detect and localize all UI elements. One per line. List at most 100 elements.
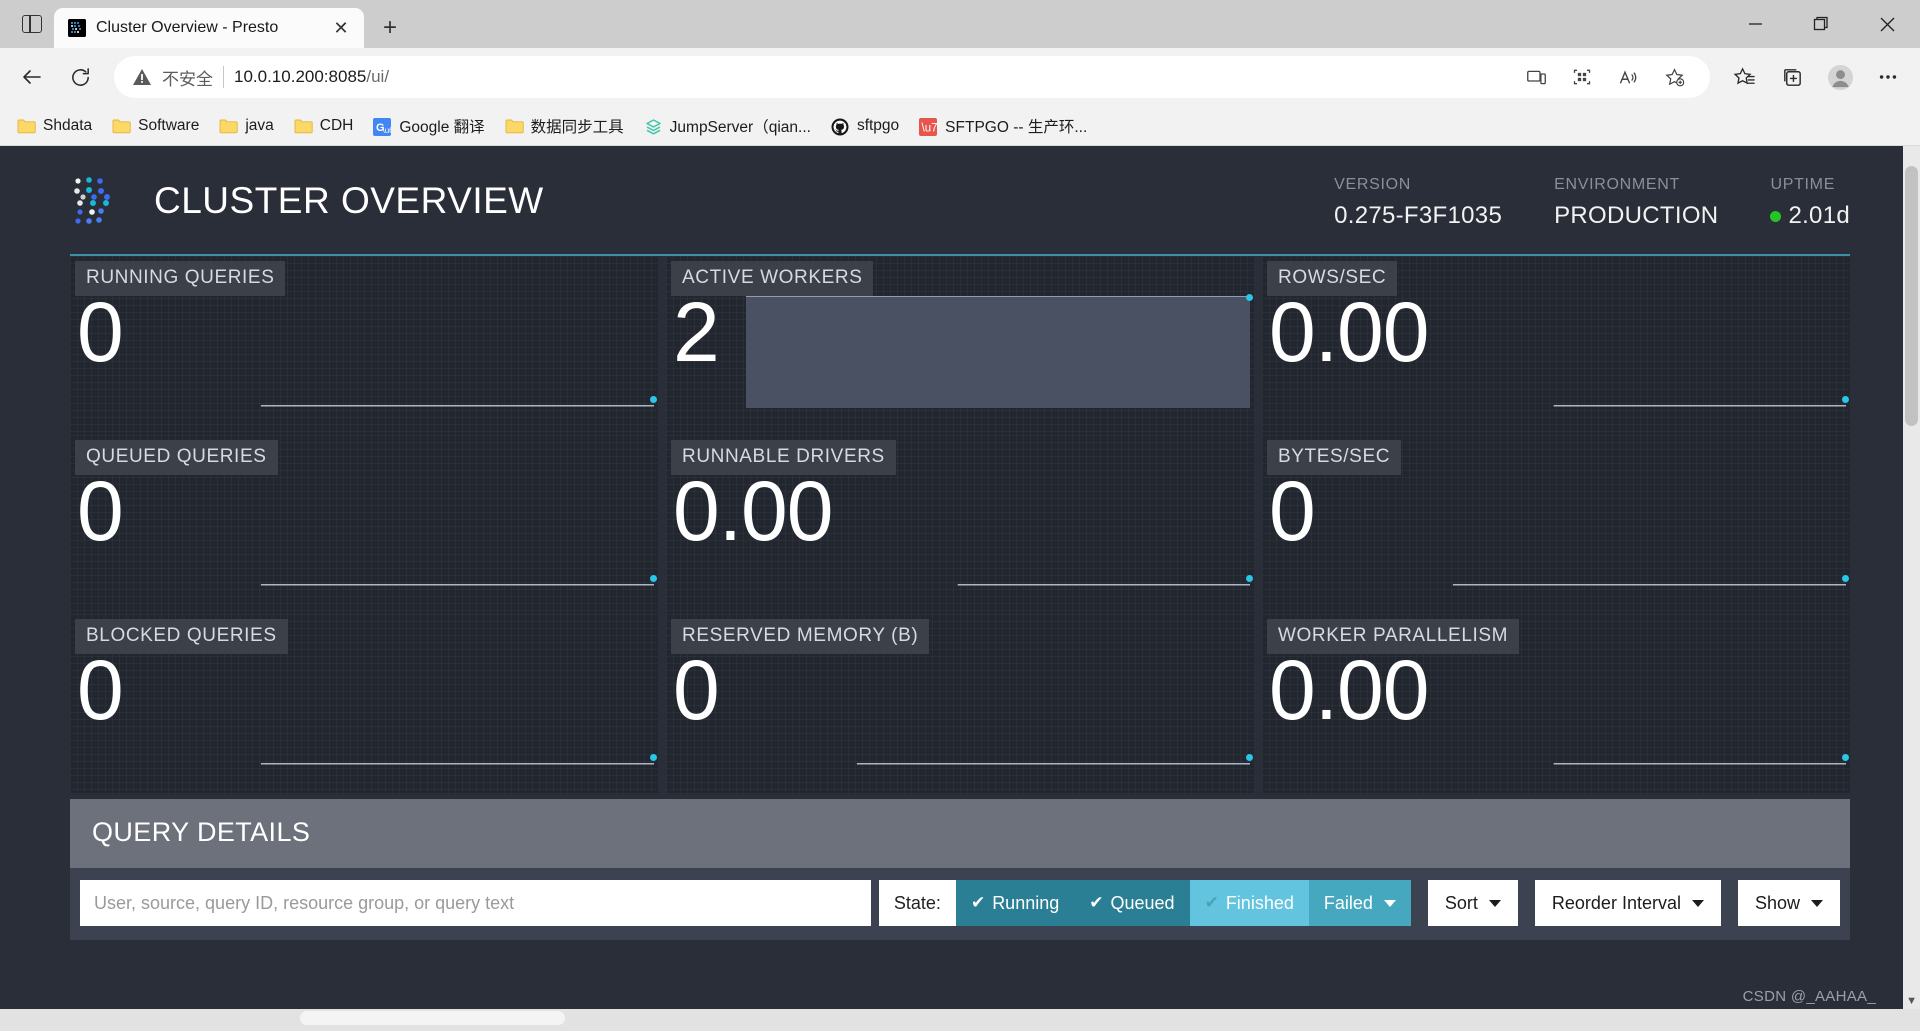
stat-card-sparkline (1342, 475, 1849, 587)
scroll-down-arrow-icon[interactable]: ▼ (1906, 995, 1917, 1007)
bookmark-sftpgo[interactable]: sftpgo (822, 113, 908, 139)
jumpserver-icon (644, 118, 663, 135)
stat-card-value: 0 (77, 464, 124, 558)
profile-avatar[interactable] (1818, 55, 1862, 99)
meta-key: ENVIRONMENT (1554, 176, 1681, 193)
stat-card: RESERVED MEMORY (B) 0 (666, 614, 1254, 793)
bookmarks-bar: Shdata Software java CDH G\u6587 Google … (0, 106, 1920, 146)
stat-card: BLOCKED QUERIES 0 (70, 614, 658, 793)
stat-card-value: 0 (673, 643, 720, 737)
meta-key: UPTIME (1770, 176, 1836, 193)
chevron-down-icon (1811, 899, 1823, 907)
stat-card-body: 0 (70, 648, 658, 774)
scrollbar-thumb[interactable] (300, 1011, 565, 1025)
tab-close-icon[interactable]: ✕ (328, 15, 354, 41)
address-bar[interactable]: 不安全 10.0.10.200:8085/ui/ (114, 56, 1710, 98)
menu-label: Reorder Interval (1551, 892, 1681, 913)
stat-card-sparkline (150, 475, 657, 587)
page-vertical-scrollbar[interactable]: ▼ (1903, 146, 1920, 1009)
bookmark-software[interactable]: Software (103, 113, 208, 139)
stat-card: WORKER PARALLELISM 0.00 (1262, 614, 1850, 793)
maximize-button[interactable] (1788, 0, 1854, 48)
meta-value: 0.275-F3F1035 (1334, 202, 1503, 229)
tab-title: Cluster Overview - Presto (96, 19, 279, 36)
tab-actions-button[interactable] (10, 0, 54, 48)
new-tab-button[interactable]: + (370, 8, 410, 48)
bookmark-google-translate[interactable]: G\u6587 Google 翻译 (364, 111, 493, 141)
security-status-label: 不安全 (162, 69, 213, 89)
stat-card-body: 0.00 (1262, 290, 1850, 416)
qr-code-icon[interactable] (1560, 55, 1604, 99)
filter-finished-button[interactable]: ✔ Finished (1189, 880, 1309, 926)
svg-text:\u7b80: \u7b80 (922, 122, 938, 134)
folder-icon (219, 118, 238, 134)
not-secure-warning-icon (132, 68, 152, 86)
cluster-meta: VERSION 0.275-F3F1035 ENVIRONMENT PRODUC… (1282, 176, 1850, 232)
folder-icon (505, 118, 524, 134)
browser-toolbar: 不安全 10.0.10.200:8085/ui/ (0, 48, 1920, 106)
state-filter-label: State: (878, 880, 956, 926)
chevron-down-icon (1383, 899, 1396, 907)
browser-window: Cluster Overview - Presto ✕ + 不安全 10.0.1… (0, 0, 1920, 1031)
filter-running-button[interactable]: ✔ Running (955, 880, 1075, 926)
collections-icon[interactable] (1770, 55, 1814, 99)
scrollbar-thumb[interactable] (1905, 166, 1918, 426)
folder-icon (112, 118, 131, 134)
reorder-interval-menu-button[interactable]: Reorder Interval (1534, 880, 1721, 926)
sort-menu-button[interactable]: Sort (1427, 880, 1518, 926)
stat-card-value: 0.00 (1269, 643, 1429, 737)
url-host: 10.0.10.200:8085 (234, 67, 367, 86)
minimize-button[interactable] (1722, 0, 1788, 48)
stat-card-sparkline (746, 294, 1253, 408)
bookmark-cdh[interactable]: CDH (285, 113, 363, 139)
add-favorite-icon[interactable] (1652, 55, 1696, 99)
query-details-title: QUERY DETAILS (70, 799, 1850, 868)
check-icon: ✔ (1204, 893, 1219, 912)
google-translate-icon: G\u6587 (373, 117, 408, 136)
stat-card-value: 0 (77, 285, 124, 379)
stat-card-value: 0.00 (1269, 285, 1429, 379)
stat-card-sparkline (150, 296, 657, 408)
svg-text:\u6587: \u6587 (383, 126, 392, 135)
chevron-down-icon (1691, 899, 1704, 907)
chevron-down-icon (1488, 899, 1501, 907)
bookmark-label: 数据同步工具 (530, 118, 624, 136)
stat-card-body: 0 (666, 648, 1254, 774)
page-horizontal-scrollbar[interactable] (0, 1009, 1920, 1031)
menu-label: Show (1754, 892, 1800, 913)
stat-card-value: 0 (1269, 464, 1316, 558)
stat-card-body: 0 (1262, 469, 1850, 595)
bookmark-sftpgo-prod[interactable]: \u7b80 SFTPGO -- 生产环... (910, 111, 1096, 141)
cast-to-device-icon[interactable] (1514, 55, 1558, 99)
menu-label: Sort (1444, 892, 1478, 913)
presto-page-header: CLUSTER OVERVIEW VERSION 0.275-F3F1035 E… (70, 146, 1850, 256)
bookmark-java[interactable]: java (210, 113, 282, 139)
bookmark-data-sync-tool[interactable]: 数据同步工具 (496, 111, 633, 141)
bookmark-jumpserver[interactable]: JumpServer（qian... (635, 111, 820, 141)
stat-card-body: 2 (666, 290, 1254, 416)
filter-failed-button[interactable]: Failed (1308, 880, 1411, 926)
query-search-input[interactable] (80, 880, 871, 926)
read-aloud-icon[interactable] (1606, 55, 1650, 99)
meta-environment: ENVIRONMENT PRODUCTION (1502, 176, 1718, 230)
back-icon[interactable] (10, 55, 54, 99)
favorites-icon[interactable] (1722, 55, 1766, 99)
check-icon: ✔ (970, 893, 986, 912)
filter-queued-button[interactable]: ✔ Queued (1074, 880, 1190, 926)
omnibox-divider (223, 66, 224, 88)
filter-label: Finished (1225, 892, 1294, 913)
bookmark-label: Software (138, 116, 200, 134)
stat-card: ACTIVE WORKERS 2 (666, 256, 1254, 435)
bookmark-label: sftpgo (856, 116, 900, 134)
split-screen-icon (22, 15, 42, 33)
show-menu-button[interactable]: Show (1737, 880, 1840, 926)
browser-tab[interactable]: Cluster Overview - Presto ✕ (54, 8, 364, 48)
status-dot-icon (1770, 211, 1782, 223)
bookmark-shdata[interactable]: Shdata (8, 113, 101, 139)
stat-card-sparkline (150, 654, 657, 766)
settings-and-more-icon[interactable] (1866, 55, 1910, 99)
reload-icon[interactable] (58, 55, 102, 99)
tab-strip: Cluster Overview - Presto ✕ + (0, 0, 410, 48)
query-details-toolbar: State: ✔ Running ✔ Queued ✔ Finished Fa (70, 868, 1850, 940)
close-button[interactable] (1854, 0, 1920, 48)
